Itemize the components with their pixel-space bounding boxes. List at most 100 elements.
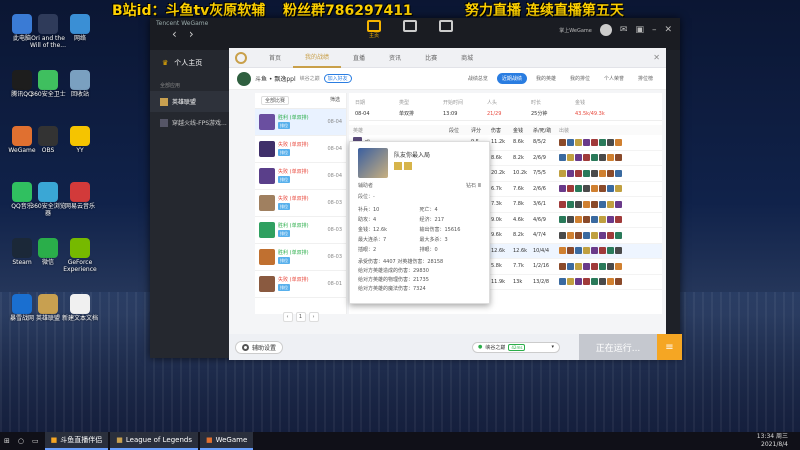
tooltip-stats: 补兵：10 死亡：4 助攻：4 经济：217 金钱：12.6k 输出伤害：15616 最大连… <box>358 206 481 253</box>
taskbar-item-lol[interactable]: ■ League of Legends <box>110 432 198 450</box>
tab-home[interactable]: 主页 <box>365 20 383 42</box>
lol-icon: ■ <box>116 436 123 444</box>
subtab-1[interactable]: 近期战绩 <box>496 73 527 84</box>
match-row[interactable]: 胜利 (单双排) 排位 08-03 <box>255 217 346 244</box>
aux-settings-button[interactable]: 辅助设置 <box>235 340 284 354</box>
item-icon <box>575 169 582 177</box>
subtab-5[interactable]: 排位榜 <box>633 73 658 84</box>
sidebar-item-cf[interactable]: 穿越火线-FPS游戏... <box>150 112 240 133</box>
tooltip-stat: 死亡：4 <box>419 207 438 213</box>
desktop-icon[interactable]: 新建文本文档 <box>62 294 98 323</box>
tab-0[interactable]: 首页 <box>257 48 293 68</box>
gift-icon[interactable]: ▣ <box>635 25 644 35</box>
sidebar-profile[interactable]: ♛ 个人主页 <box>150 50 240 76</box>
item-icon <box>599 169 606 177</box>
tooltip-stat: 排眼：0 <box>419 247 438 253</box>
item-icon <box>599 231 606 239</box>
desktop-icon[interactable]: 360安全浏览器 <box>30 182 66 217</box>
summary-value: 21/29 <box>487 110 502 117</box>
item-icon <box>559 200 566 208</box>
item-icon <box>559 216 566 224</box>
lol-logo-icon <box>235 52 247 64</box>
item-icon <box>583 262 590 270</box>
desktop-icon[interactable]: 网易云音乐 <box>62 182 98 211</box>
page-button[interactable]: ‹ <box>282 312 293 322</box>
tab-1[interactable]: 我的战绩 <box>293 48 342 68</box>
match-info: 胜利 (单双排) 排位 <box>278 223 324 237</box>
item-icon <box>583 138 590 146</box>
player-damage: 9.6k <box>491 232 502 239</box>
menu-button[interactable]: ≡ <box>657 334 682 360</box>
item-icon <box>567 231 574 239</box>
match-row[interactable]: 胜利 (单双排) 排位 08-04 <box>255 109 346 136</box>
item-build <box>559 262 622 270</box>
match-result-text: 胜利 <box>278 115 289 121</box>
item-icon <box>591 138 598 146</box>
item-icon <box>615 200 622 208</box>
message-icon[interactable]: ✉ <box>620 25 628 35</box>
launcher-top-right: 掌上WeGame ✉ ▣ – ✕ <box>559 24 672 36</box>
player-gold: 8.2k <box>513 154 524 161</box>
match-info: 失败 (单双排) 排位 <box>278 196 324 210</box>
app-icon <box>70 126 90 146</box>
taskbar-item-douyu[interactable]: ■ 斗鱼直播伴侣 <box>44 432 109 450</box>
match-row[interactable]: 胜利 (单双排) 排位 08-03 <box>255 244 346 271</box>
running-button[interactable]: 正在运行... <box>579 334 657 360</box>
task-view-button[interactable]: ▭ <box>28 432 43 450</box>
item-icon <box>607 231 614 239</box>
user-avatar[interactable] <box>599 24 612 36</box>
subtab-3[interactable]: 我的排位 <box>565 73 595 84</box>
desktop-icon[interactable]: 回收站 <box>62 70 98 99</box>
back-arrow-icon[interactable]: ‹ <box>172 27 177 41</box>
subtab-2[interactable]: 我的英雄 <box>531 73 561 84</box>
forward-arrow-icon[interactable]: › <box>189 27 194 41</box>
page-button[interactable]: › <box>308 312 319 322</box>
desktop-icon[interactable]: GeForce Experience <box>62 238 98 273</box>
desktop-icon[interactable]: Ori and the Will of the... <box>30 14 66 49</box>
match-type-dropdown[interactable]: 全部比赛 <box>261 96 290 105</box>
desktop-icon[interactable]: 网络 <box>62 14 98 43</box>
minimize-icon[interactable]: – <box>652 25 657 35</box>
item-build <box>559 216 622 224</box>
tab-5[interactable]: 商城 <box>449 48 485 68</box>
tab-3[interactable]: 资讯 <box>377 48 413 68</box>
match-row[interactable]: 失败 (单双排) 排位 08-03 <box>255 190 346 217</box>
desktop-icon[interactable]: YY <box>62 126 98 155</box>
player-damage: 20.2k <box>491 170 506 177</box>
subtab-4[interactable]: 个人荣誉 <box>599 73 629 84</box>
launcher-titlebar: Tencent WeGame ‹ › 主页 掌上WeGame ✉ ▣ – ✕ <box>150 18 680 50</box>
player-kda: 4/7/4 <box>533 232 546 239</box>
desktop-icon[interactable]: 微信 <box>30 238 66 267</box>
add-friend-button[interactable]: 加入好友 <box>323 74 352 83</box>
match-row[interactable]: 失败 (单双排) 排位 08-04 <box>255 163 346 190</box>
video-icon <box>439 20 453 32</box>
taskbar-clock[interactable]: 13:34 周三 2021/8/4 <box>757 433 800 449</box>
tab-store[interactable] <box>401 20 419 42</box>
tab-4[interactable]: 比赛 <box>413 48 449 68</box>
start-button[interactable]: ⊞ <box>0 432 14 450</box>
item-icon <box>607 169 614 177</box>
taskbar-item-wegame[interactable]: ■ WeGame <box>199 432 254 450</box>
desktop-icon[interactable]: OBS <box>30 126 66 155</box>
subtab-0[interactable]: 战绩总览 <box>463 73 493 84</box>
match-row[interactable]: 失败 (单双排) 排位 08-01 <box>255 271 346 298</box>
close-icon[interactable]: ✕ <box>664 25 672 35</box>
match-result-text: 失败 <box>278 196 289 202</box>
match-row[interactable]: 失败 (单双排) 排位 08-04 <box>255 136 346 163</box>
item-build <box>559 154 622 162</box>
server-select[interactable]: ● 峡谷之巅 42ms ▾ <box>472 341 560 353</box>
item-icon <box>599 154 606 162</box>
tab-2[interactable]: 直播 <box>341 48 377 68</box>
page-button[interactable]: 1 <box>295 312 306 322</box>
tooltip-extra-line: 承受伤害：4407 对英雄伤害：28158 <box>358 259 444 265</box>
aux-settings-label: 辅助设置 <box>252 344 277 352</box>
item-icon <box>583 247 590 255</box>
filter-button[interactable]: 筛选 <box>330 96 340 105</box>
desktop-icon[interactable]: 英雄联盟 <box>30 294 66 323</box>
close-icon[interactable]: ✕ <box>653 53 660 62</box>
tab-video[interactable] <box>437 20 455 42</box>
search-button[interactable]: ○ <box>14 432 28 450</box>
desktop-icon[interactable]: 360安全卫士 <box>30 70 66 99</box>
item-icon <box>615 262 622 270</box>
sidebar-item-lol[interactable]: 英雄联盟 <box>150 91 240 112</box>
